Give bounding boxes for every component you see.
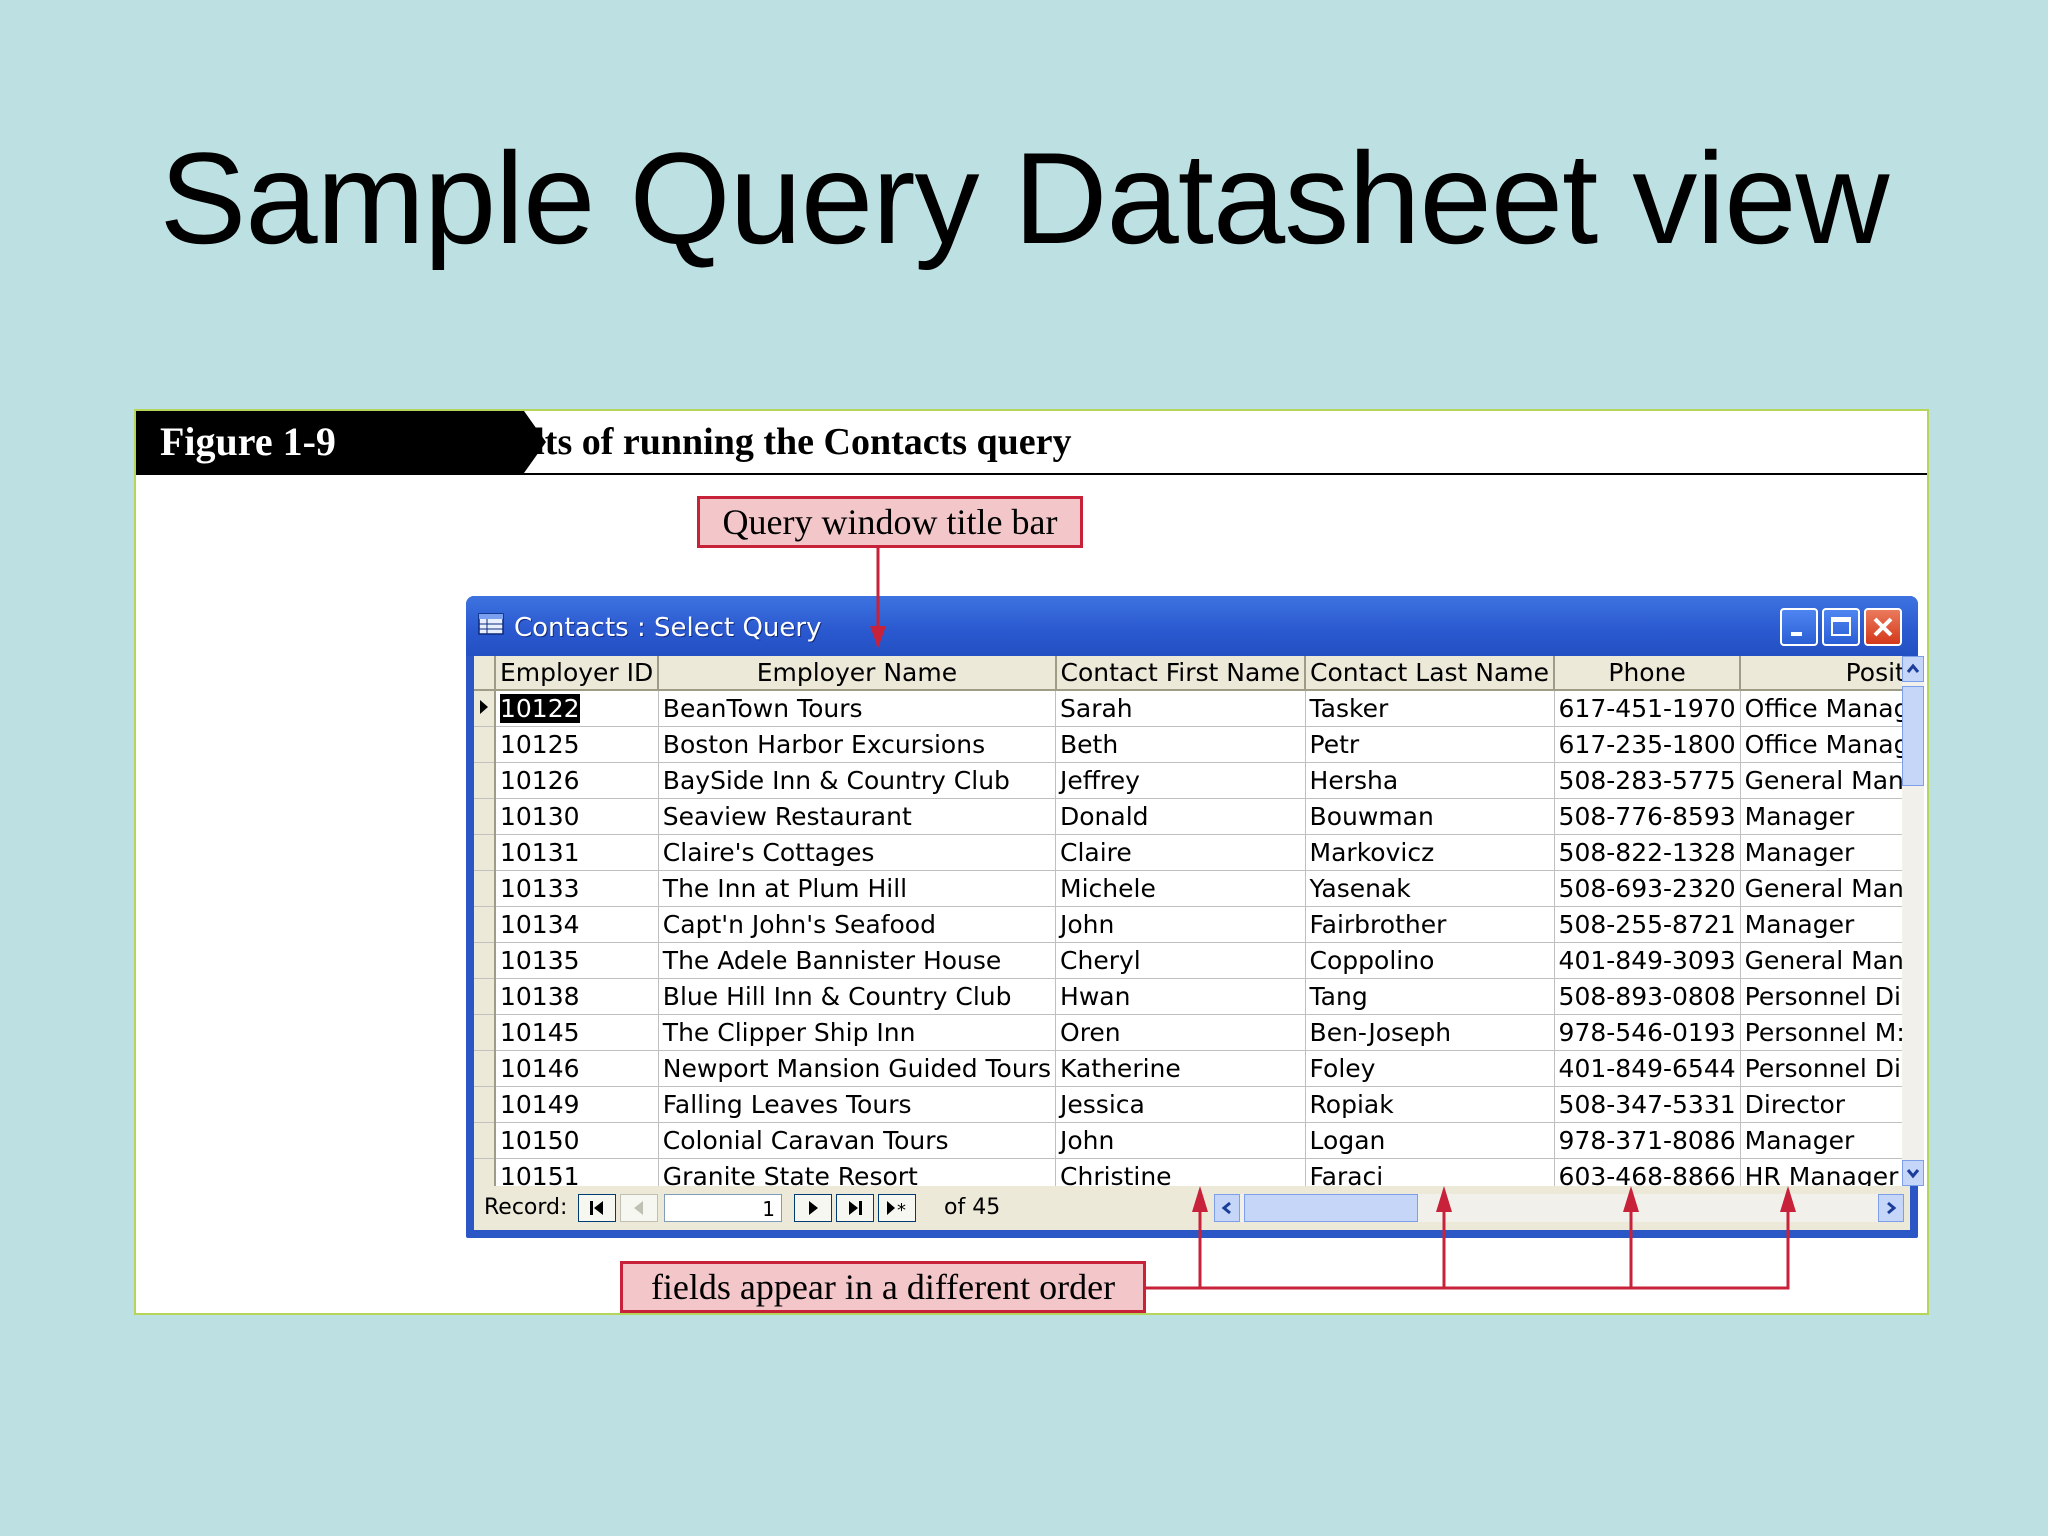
field-order-arrowhead-1	[1192, 1186, 1208, 1212]
callout-title-bar: Query window title bar	[697, 496, 1083, 548]
title-bar-arrowhead	[870, 626, 886, 648]
field-order-connector	[1144, 1190, 1790, 1290]
field-order-arrowhead-3	[1623, 1186, 1639, 1212]
field-order-arrowhead-4	[1780, 1186, 1796, 1212]
callout-field-order: fields appear in a different order	[620, 1261, 1146, 1313]
field-order-arrowhead-2	[1436, 1186, 1452, 1212]
